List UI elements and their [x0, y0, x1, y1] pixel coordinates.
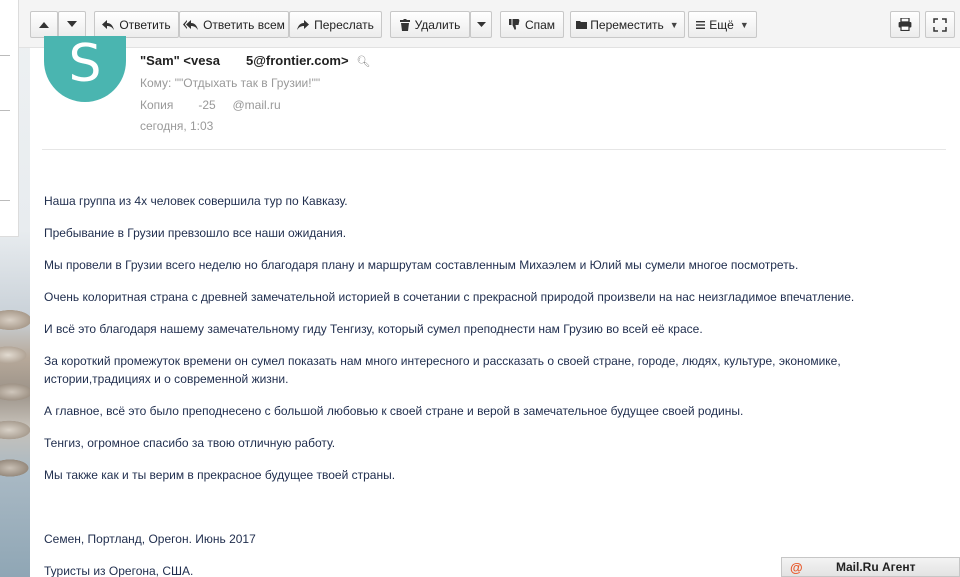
agent-at-icon: @	[790, 560, 803, 575]
spam-label: Спам	[524, 17, 556, 32]
move-button[interactable]: Переместить ▼	[570, 11, 685, 38]
signature-line: Семен, Портланд, Орегон. Июнь 2017	[44, 532, 256, 546]
forward-label: Переслать	[314, 17, 374, 32]
delete-label: Удалить	[414, 17, 461, 32]
chevron-down-icon: ▼	[669, 19, 679, 30]
print-button[interactable]	[890, 11, 920, 38]
body-paragraph: И всё это благодаря нашему замечательном…	[44, 322, 703, 336]
forward-button[interactable]: Переслать	[289, 11, 382, 38]
avatar: S	[44, 36, 126, 102]
body-paragraph: Очень колоритная страна с древней замеча…	[44, 290, 855, 304]
fullscreen-button[interactable]	[925, 11, 955, 38]
body-paragraph: Мы провели в Грузии всего неделю но благ…	[44, 258, 799, 272]
reply-all-icon	[183, 19, 199, 30]
body-paragraph: Пребывание в Грузии превзошло все наши о…	[44, 226, 347, 240]
delete-dropdown-button[interactable]	[470, 11, 492, 38]
thumbs-down-icon	[508, 19, 520, 30]
sender-name: "Sam"	[140, 53, 180, 68]
signature-line: Туристы из Орегона, США.	[44, 564, 194, 577]
agent-label: Mail.Ru Агент	[836, 560, 916, 574]
chevron-down-icon	[476, 22, 486, 27]
header-divider	[42, 149, 946, 150]
menu-lines-icon	[696, 20, 706, 29]
arrow-up-icon	[39, 21, 49, 28]
chevron-down-icon: ▼	[739, 19, 749, 30]
reply-all-button[interactable]: Ответить всем	[179, 11, 289, 38]
body-paragraph: истории,традициях и о современной жизни.	[44, 372, 289, 386]
message-view: S "Sam" <vesa 5@frontier.com> 🔍︎ Кому: "…	[30, 36, 960, 577]
mailru-agent-bar[interactable]: @ Mail.Ru Агент	[781, 557, 960, 577]
expand-icon	[933, 17, 947, 32]
reply-label: Ответить	[119, 17, 171, 32]
sidebar-divider	[0, 55, 10, 56]
sender[interactable]: "Sam" <vesa 5@frontier.com> 🔍︎	[140, 53, 370, 68]
folder-icon	[576, 20, 588, 29]
reply-all-label: Ответить всем	[203, 17, 285, 32]
move-label: Переместить	[590, 17, 664, 32]
sidebar-divider	[0, 200, 10, 201]
spam-button[interactable]: Спам	[500, 11, 564, 38]
message-date: сегодня, 1:03	[140, 119, 214, 133]
next-message-button[interactable]	[58, 11, 86, 38]
forward-icon	[297, 19, 310, 30]
more-button[interactable]: Ещё ▼	[688, 11, 757, 38]
recipient-to: Кому: ""Отдыхать так в Грузии!""	[140, 76, 321, 90]
arrow-down-icon	[67, 21, 77, 28]
delete-button[interactable]: Удалить	[390, 11, 470, 38]
body-paragraph: За короткий промежуток времени он сумел …	[44, 354, 841, 368]
message-toolbar: Ответить Ответить всем Переслать Удалить…	[19, 0, 960, 48]
recipient-cc: Копия -25 @mail.ru	[140, 98, 281, 112]
more-label: Ещё	[709, 17, 734, 32]
avatar-letter: S	[68, 36, 102, 94]
search-icon[interactable]: 🔍︎	[356, 56, 370, 68]
body-paragraph: Мы также как и ты верим в прекрасное буд…	[44, 468, 396, 482]
body-paragraph: Наша группа из 4х человек совершила тур …	[44, 194, 348, 208]
body-paragraph: Тенгиз, огромное спасибо за твою отличну…	[44, 436, 336, 450]
trash-icon	[399, 18, 410, 31]
sender-email: <vesa 5@frontier.com>	[183, 53, 349, 68]
left-sidebar-edge	[0, 0, 19, 237]
body-paragraph: А главное, всё это было преподнесено с б…	[44, 404, 744, 418]
sidebar-divider	[0, 110, 10, 111]
printer-icon	[898, 18, 912, 31]
previous-message-button[interactable]	[30, 11, 58, 38]
reply-button[interactable]: Ответить	[94, 11, 179, 38]
background-stones	[0, 300, 30, 490]
reply-icon	[102, 19, 115, 30]
